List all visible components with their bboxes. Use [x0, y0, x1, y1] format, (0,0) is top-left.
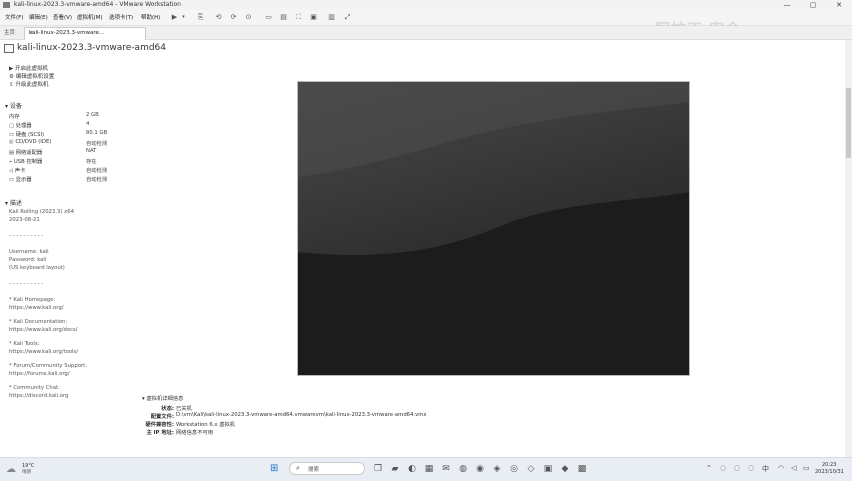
- input-method-icon[interactable]: 中: [762, 464, 769, 474]
- power-on-vm-link[interactable]: ▶ 开启此虚拟机: [9, 64, 48, 72]
- weather-desc[interactable]: 晴朗: [22, 469, 31, 475]
- vmware-app-icon: [3, 2, 10, 8]
- network-adapter-icon: ▤: [9, 150, 15, 156]
- monitor-icon: ▭: [9, 177, 15, 183]
- vm-icon: [4, 44, 14, 53]
- cd-dvd-icon: ◎: [9, 139, 14, 145]
- minimize-button[interactable]: —: [774, 0, 800, 10]
- taskbar-search[interactable]: ⌕ 搜索: [289, 462, 365, 475]
- devices-header[interactable]: ▾ 设备: [5, 101, 22, 110]
- tray-app-icon[interactable]: ◌: [720, 464, 726, 472]
- search-label: 搜索: [308, 467, 320, 473]
- app-icon-7[interactable]: ◉: [474, 463, 486, 475]
- taskbar: ☁ 19°C 晴朗 ⊞ ⌕ 搜索 ❐ ▰ ◐ ▦ ✉ ◍ ◉ ◈ ◎ ◇ ▣ ◆…: [0, 457, 852, 481]
- show-library-icon[interactable]: ▭: [264, 13, 273, 22]
- vertical-scrollbar[interactable]: [845, 40, 852, 460]
- stretch-guest-icon[interactable]: ⤢: [343, 13, 352, 22]
- screen-gradient-art: [298, 82, 689, 375]
- tray-chevron-icon[interactable]: ⌃: [706, 464, 712, 472]
- usb-icon: ⌁: [9, 159, 13, 165]
- dropdown-arrow-icon[interactable]: ▾: [179, 13, 188, 22]
- vm-screen-preview[interactable]: [297, 81, 690, 376]
- vmware-taskbar-icon[interactable]: ▩: [576, 463, 588, 475]
- clock-date[interactable]: 2023/10/31: [815, 469, 844, 475]
- title-bar: kali-linux-2023.3-vmware-amd64 - VMware …: [0, 0, 852, 10]
- tray-app-icon-2[interactable]: ◌: [734, 464, 740, 472]
- volume-icon[interactable]: ◁: [791, 464, 796, 472]
- thumbnail-bar-icon[interactable]: ▤: [279, 13, 288, 22]
- description-header[interactable]: ▾ 描述: [5, 198, 22, 207]
- app-icon-9[interactable]: ◎: [508, 463, 520, 475]
- menu-tabs[interactable]: 选项卡(T): [109, 13, 133, 21]
- menu-view[interactable]: 查看(V): [53, 13, 72, 21]
- close-tab-icon[interactable]: ×: [29, 30, 142, 36]
- description-text: Kali Rolling (2023.3) x64 2023-08-21 - -…: [9, 209, 87, 399]
- menu-help[interactable]: 帮助(H): [141, 13, 160, 21]
- file-explorer-icon[interactable]: ▰: [389, 463, 401, 475]
- tab-vm[interactable]: kali-linux-2023.3-vmware... ×: [24, 27, 146, 40]
- scrollbar-thumb[interactable]: [846, 88, 851, 158]
- send-ctrl-alt-del-icon[interactable]: ⎘: [196, 13, 205, 22]
- app-icon-10[interactable]: ◇: [525, 463, 537, 475]
- weather-icon[interactable]: ☁: [6, 464, 16, 475]
- power-on-icon[interactable]: ▶: [170, 13, 179, 22]
- menu-file[interactable]: 文件(F): [5, 13, 23, 21]
- upgrade-vm-link[interactable]: ⇪ 升级此虚拟机: [9, 80, 48, 88]
- snapshot-manager-icon[interactable]: ⊙: [244, 13, 253, 22]
- tab-home[interactable]: 主页: [4, 28, 15, 36]
- battery-icon[interactable]: ▭: [803, 464, 810, 472]
- wifi-icon[interactable]: ◠: [778, 464, 784, 472]
- browser-icon[interactable]: ◐: [406, 463, 418, 475]
- app-icon-12[interactable]: ◆: [559, 463, 571, 475]
- clock-time[interactable]: 20:23: [822, 462, 836, 468]
- window-title: kali-linux-2023.3-vmware-amd64 - VMware …: [14, 1, 181, 8]
- app-icon-11[interactable]: ▣: [542, 463, 554, 475]
- processor-icon: ▢: [9, 123, 15, 129]
- app-icon-6[interactable]: ◍: [457, 463, 469, 475]
- menu-vm[interactable]: 虚拟机(M): [77, 13, 103, 21]
- snapshot-icon[interactable]: ⟲: [214, 13, 223, 22]
- menu-edit[interactable]: 编辑(E): [29, 13, 48, 21]
- edit-vm-settings-link[interactable]: ⚙ 编辑虚拟机设置: [9, 72, 54, 80]
- store-icon[interactable]: ▦: [423, 463, 435, 475]
- task-view-icon[interactable]: ❐: [372, 463, 384, 475]
- tab-bar: 主页 kali-linux-2023.3-vmware... ×: [0, 26, 852, 40]
- console-view-icon[interactable]: ▥: [327, 13, 336, 22]
- maximize-button[interactable]: ▢: [800, 0, 826, 10]
- revert-snapshot-icon[interactable]: ⟳: [229, 13, 238, 22]
- vm-details-header[interactable]: ▾ 虚拟机详细信息: [142, 394, 183, 402]
- start-button[interactable]: ⊞: [270, 463, 281, 474]
- mail-icon[interactable]: ✉: [440, 463, 452, 475]
- vm-name: kali-linux-2023.3-vmware-amd64: [17, 43, 167, 53]
- unity-icon[interactable]: ▣: [309, 13, 318, 22]
- hard-disk-icon: ▭: [9, 132, 15, 138]
- close-button[interactable]: ✕: [826, 0, 852, 10]
- speaker-icon: ◁: [9, 168, 14, 174]
- app-icon-8[interactable]: ◈: [491, 463, 503, 475]
- search-icon: ⌕: [296, 464, 300, 472]
- full-screen-icon[interactable]: ⛶: [294, 13, 303, 22]
- tray-app-icon-3[interactable]: ◌: [748, 464, 754, 472]
